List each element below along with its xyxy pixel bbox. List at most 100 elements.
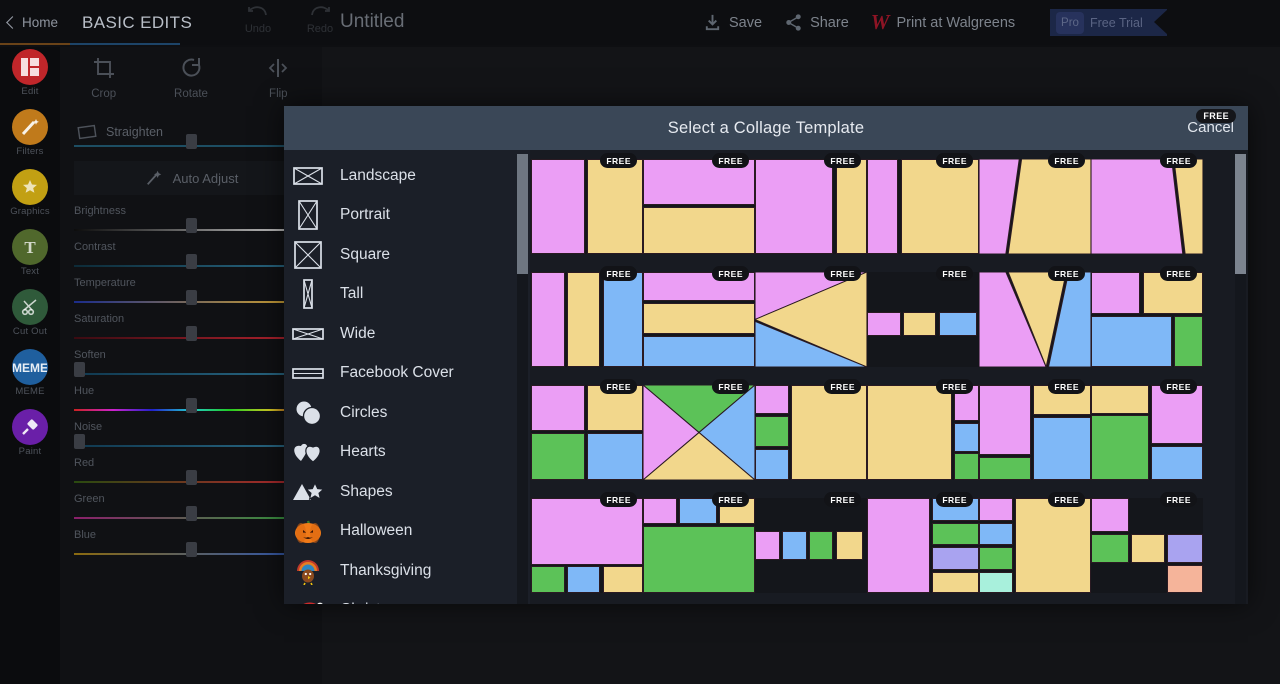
slider-knob[interactable] bbox=[73, 434, 85, 449]
template-thumbnail[interactable] bbox=[867, 159, 979, 254]
template-thumbnail[interactable] bbox=[643, 385, 755, 480]
slider-blue[interactable]: Blue bbox=[60, 519, 322, 557]
slider-knob[interactable] bbox=[186, 326, 197, 341]
template-thumbnail[interactable] bbox=[1091, 272, 1203, 367]
template-cell[interactable]: FREE bbox=[755, 266, 867, 385]
category-item-christmas[interactable]: Christmas bbox=[284, 591, 530, 604]
template-thumbnail[interactable] bbox=[755, 498, 867, 593]
template-scroll-thumb[interactable] bbox=[1235, 154, 1246, 274]
slider-knob[interactable] bbox=[73, 362, 85, 377]
category-item-hearts[interactable]: Hearts bbox=[284, 433, 530, 473]
rail-item-meme[interactable]: MEME MEME bbox=[0, 349, 60, 407]
template-thumbnail[interactable] bbox=[755, 385, 867, 480]
undo-button[interactable]: Undo bbox=[236, 2, 280, 35]
slider-red[interactable]: Red bbox=[60, 447, 322, 485]
print-at-walgreens-button[interactable]: W Print at Walgreens bbox=[860, 0, 1026, 45]
tool-crop[interactable]: Crop bbox=[60, 47, 147, 109]
template-thumbnail[interactable] bbox=[979, 159, 1091, 254]
template-thumbnail[interactable] bbox=[1091, 385, 1203, 480]
slider-temperature[interactable]: Temperature bbox=[60, 267, 322, 305]
category-scrollbar[interactable] bbox=[517, 154, 528, 604]
rail-item-filters[interactable]: Filters bbox=[0, 109, 60, 167]
template-cell[interactable]: FREE bbox=[531, 379, 643, 498]
template-cell[interactable]: FREE bbox=[867, 379, 979, 498]
template-cell[interactable]: FREE bbox=[1091, 379, 1203, 498]
template-cell[interactable]: FREE bbox=[979, 379, 1091, 498]
slider-hue[interactable]: Hue bbox=[60, 375, 322, 413]
template-cell[interactable]: FREE bbox=[1091, 153, 1203, 272]
template-cell[interactable]: FREE bbox=[643, 379, 755, 498]
category-item-shapes[interactable]: Shapes bbox=[284, 472, 530, 512]
rail-item-paint[interactable]: Paint bbox=[0, 409, 60, 467]
slider-noise[interactable]: Noise bbox=[60, 411, 322, 449]
slider-contrast[interactable]: Contrast bbox=[60, 231, 322, 269]
template-cell[interactable]: FREE bbox=[1091, 492, 1203, 604]
slider-knob[interactable] bbox=[186, 470, 197, 485]
template-cell[interactable]: FREE bbox=[979, 153, 1091, 272]
template-thumbnail[interactable] bbox=[1091, 159, 1203, 254]
template-thumbnail[interactable] bbox=[531, 385, 643, 480]
share-button[interactable]: Share bbox=[773, 0, 860, 45]
template-thumbnail[interactable] bbox=[979, 272, 1091, 367]
pro-free-trial-badge[interactable]: Pro Free Trial bbox=[1050, 9, 1168, 36]
template-cell[interactable]: FREE bbox=[755, 153, 867, 272]
rail-item-cut-out[interactable]: Cut Out bbox=[0, 289, 60, 347]
home-button[interactable]: Home bbox=[0, 0, 70, 45]
category-item-thanksgiving[interactable]: Thanksgiving bbox=[284, 551, 530, 591]
slider-saturation[interactable]: Saturation bbox=[60, 303, 322, 341]
template-cell[interactable]: FREE bbox=[979, 492, 1091, 604]
template-cell[interactable]: FREE bbox=[755, 379, 867, 498]
template-thumbnail[interactable] bbox=[531, 498, 643, 593]
slider-knob[interactable] bbox=[186, 542, 197, 557]
template-cell[interactable]: FREE bbox=[979, 266, 1091, 385]
template-cell[interactable]: FREE bbox=[867, 492, 979, 604]
category-item-wide[interactable]: Wide bbox=[284, 314, 530, 354]
slider-brightness[interactable]: Brightness bbox=[60, 195, 322, 233]
template-cell[interactable]: FREE bbox=[1091, 266, 1203, 385]
template-thumbnail[interactable] bbox=[643, 498, 755, 593]
template-cell[interactable]: FREE bbox=[531, 492, 643, 604]
document-title[interactable]: Untitled bbox=[340, 11, 404, 33]
template-thumbnail[interactable] bbox=[867, 385, 979, 480]
category-item-landscape[interactable]: Landscape bbox=[284, 156, 530, 196]
redo-button[interactable]: Redo bbox=[298, 2, 342, 35]
rail-item-graphics[interactable]: Graphics bbox=[0, 169, 60, 227]
template-cell[interactable]: FREE bbox=[643, 266, 755, 385]
template-thumbnail[interactable] bbox=[1091, 498, 1203, 593]
template-cell[interactable]: FREE bbox=[643, 492, 755, 604]
template-thumbnail[interactable] bbox=[643, 159, 755, 254]
category-item-portrait[interactable]: Portrait bbox=[284, 196, 530, 236]
category-item-square[interactable]: Square bbox=[284, 235, 530, 275]
rail-item-text[interactable]: T Text bbox=[0, 229, 60, 287]
save-button[interactable]: Save bbox=[692, 0, 773, 45]
template-thumbnail[interactable] bbox=[867, 498, 979, 593]
category-item-halloween[interactable]: Halloween bbox=[284, 512, 530, 552]
template-thumbnail[interactable] bbox=[531, 159, 643, 254]
template-thumbnail[interactable] bbox=[867, 272, 979, 367]
template-thumbnail[interactable] bbox=[531, 272, 643, 367]
slider-knob[interactable] bbox=[186, 398, 197, 413]
tool-flip[interactable]: Flip bbox=[235, 47, 322, 109]
slider-green[interactable]: Green bbox=[60, 483, 322, 521]
template-cell[interactable]: FREE bbox=[531, 153, 643, 272]
category-item-circles[interactable]: Circles bbox=[284, 393, 530, 433]
slider-knob[interactable] bbox=[186, 290, 197, 305]
category-item-facebook-cover[interactable]: Facebook Cover bbox=[284, 354, 530, 394]
template-cell[interactable]: FREE bbox=[867, 153, 979, 272]
template-cell[interactable]: FREE bbox=[531, 266, 643, 385]
category-scroll-thumb[interactable] bbox=[517, 154, 528, 274]
template-cell[interactable]: FREE bbox=[867, 266, 979, 385]
slider-knob[interactable] bbox=[186, 254, 197, 269]
straighten-slider[interactable] bbox=[60, 134, 322, 149]
slider-knob[interactable] bbox=[186, 218, 197, 233]
template-thumbnail[interactable] bbox=[755, 272, 867, 367]
template-thumbnail[interactable] bbox=[755, 159, 867, 254]
auto-adjust-button[interactable]: Auto Adjust bbox=[74, 161, 308, 195]
category-item-tall[interactable]: Tall bbox=[284, 275, 530, 315]
slider-soften[interactable]: Soften bbox=[60, 339, 322, 377]
template-thumbnail[interactable] bbox=[979, 385, 1091, 480]
rail-item-edit[interactable]: Edit bbox=[0, 49, 60, 107]
template-thumbnail[interactable] bbox=[979, 498, 1091, 593]
template-scrollbar[interactable] bbox=[1235, 154, 1246, 604]
template-thumbnail[interactable] bbox=[643, 272, 755, 367]
